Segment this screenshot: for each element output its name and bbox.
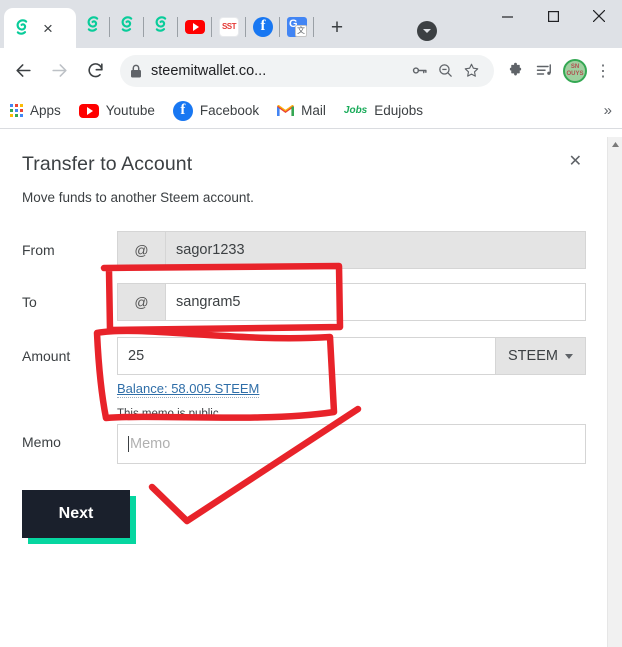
media-icon[interactable] — [530, 54, 560, 88]
bookmarks-overflow-icon[interactable]: » — [604, 102, 612, 119]
key-icon[interactable] — [406, 62, 432, 79]
steemit-tab-3[interactable] — [110, 10, 144, 44]
back-button[interactable] — [6, 54, 40, 88]
amount-label: Amount — [22, 348, 71, 364]
chrome-browser-window: × SST f G 文 + steemitwallet.co... SN OUY… — [0, 0, 622, 647]
steemit-icon — [12, 17, 32, 42]
browser-menu-icon[interactable]: ⋮ — [590, 61, 616, 81]
maximize-button[interactable] — [530, 0, 576, 32]
to-control: @ sangram5 — [117, 283, 586, 321]
close-tab-icon[interactable]: × — [43, 20, 53, 37]
page-title: Transfer to Account — [22, 153, 193, 175]
active-tab[interactable]: × — [4, 8, 76, 48]
google-translate-icon: G — [287, 16, 307, 37]
memo-label: Memo — [22, 434, 61, 450]
amount-input-group[interactable]: 25 STEEM — [117, 337, 586, 375]
star-icon[interactable] — [458, 62, 484, 79]
reload-button[interactable] — [78, 54, 112, 88]
memo-input[interactable]: Memo — [117, 424, 586, 464]
bookmark-label: Facebook — [199, 103, 260, 118]
currency-select[interactable]: STEEM — [496, 337, 586, 375]
amount-input[interactable]: 25 — [117, 337, 496, 375]
close-icon[interactable]: ✕ — [569, 151, 582, 171]
apps-grid-icon — [10, 104, 23, 117]
facebook-icon: f — [172, 100, 193, 121]
close-window-button[interactable] — [576, 0, 622, 32]
memo-placeholder: Memo — [130, 436, 171, 452]
gt-square — [295, 24, 307, 37]
profile-avatar-text: SN OUYS — [563, 58, 587, 83]
bookmarks-bar: Apps Youtube f Facebook Mail Jobs Edujob… — [0, 93, 622, 129]
pinned-tabs: SST f G — [76, 8, 314, 48]
lock-icon — [130, 64, 142, 78]
forward-button[interactable] — [42, 54, 76, 88]
steemit-icon — [83, 14, 103, 39]
avatar[interactable]: SN OUYS — [560, 54, 590, 88]
url-text: steemitwallet.co... — [151, 62, 267, 79]
bookmark-mail[interactable]: Mail — [277, 103, 326, 118]
transfer-dialog: Transfer to Account ✕ Move funds to anot… — [0, 137, 622, 544]
jobs-icon: Jobs — [343, 105, 368, 116]
memo-hint: This memo is public — [117, 408, 219, 420]
address-bar[interactable]: steemitwallet.co... — [120, 54, 494, 87]
dialog-subtitle: Move funds to another Steem account. — [22, 190, 254, 205]
from-input-group: @ sagor1233 — [117, 231, 586, 269]
browser-toolbar: steemitwallet.co... SN OUYS ⋮ — [0, 48, 622, 93]
memo-input-group[interactable]: Memo — [117, 424, 586, 464]
steemit-icon — [151, 14, 171, 39]
bookmark-label: Apps — [30, 103, 61, 118]
sst-tab[interactable]: SST — [212, 10, 246, 44]
bookmark-facebook[interactable]: f Facebook — [172, 100, 260, 121]
youtube-icon — [185, 19, 205, 34]
window-controls — [484, 0, 622, 32]
steemit-tab-4[interactable] — [144, 10, 178, 44]
google-translate-tab[interactable]: G — [280, 10, 314, 44]
facebook-tab[interactable]: f — [246, 10, 280, 44]
zoom-out-icon[interactable] — [432, 62, 458, 79]
bookmark-label: Edujobs — [374, 103, 424, 118]
from-control: @ sagor1233 — [117, 231, 586, 269]
amount-control: 25 STEEM Balance: 58.005 STEEM — [117, 337, 586, 398]
from-input: sagor1233 — [165, 231, 586, 269]
chevron-down-icon — [564, 353, 573, 359]
bookmark-label: Mail — [301, 103, 326, 118]
text-caret — [128, 436, 129, 452]
tab-strip: × SST f G 文 + — [0, 0, 622, 48]
balance-link[interactable]: Balance: 58.005 STEEM — [117, 381, 260, 398]
memo-control: This memo is public Memo — [117, 408, 586, 464]
currency-value: STEEM — [508, 348, 558, 364]
amount-row: Amount 25 STEEM Balance: 58.005 STEEM — [22, 337, 586, 398]
facebook-icon: f — [253, 16, 273, 37]
at-symbol-icon: @ — [117, 231, 165, 269]
next-button-wrapper: Next — [22, 490, 136, 544]
youtube-icon — [78, 103, 99, 118]
from-label: From — [22, 242, 55, 258]
next-button[interactable]: Next — [22, 490, 130, 538]
youtube-tab[interactable] — [178, 10, 212, 44]
gmail-icon — [277, 104, 295, 117]
steemit-tab-2[interactable] — [76, 10, 110, 44]
to-input-group[interactable]: @ sangram5 — [117, 283, 586, 321]
to-row: To @ sangram5 — [22, 283, 586, 321]
new-tab-button[interactable]: + — [320, 11, 354, 45]
to-input[interactable]: sangram5 — [165, 283, 586, 321]
sst-icon: SST — [219, 16, 239, 37]
memo-row: Memo This memo is public Memo — [22, 408, 586, 464]
bookmark-apps[interactable]: Apps — [10, 103, 61, 118]
extensions-icon[interactable] — [500, 54, 530, 88]
to-label: To — [22, 294, 37, 310]
transfer-form: From @ sagor1233 To @ sangram5 Amount 25… — [22, 231, 586, 544]
at-symbol-icon: @ — [117, 283, 165, 321]
bookmark-label: Youtube — [105, 103, 155, 118]
bookmark-edujobs[interactable]: Jobs Edujobs — [344, 103, 423, 118]
bookmark-youtube[interactable]: Youtube — [78, 103, 155, 118]
from-row: From @ sagor1233 — [22, 231, 586, 269]
minimize-button[interactable] — [484, 0, 530, 32]
page-content: Transfer to Account ✕ Move funds to anot… — [0, 137, 622, 647]
steemit-icon — [117, 14, 137, 39]
tab-search-icon[interactable] — [417, 21, 437, 41]
